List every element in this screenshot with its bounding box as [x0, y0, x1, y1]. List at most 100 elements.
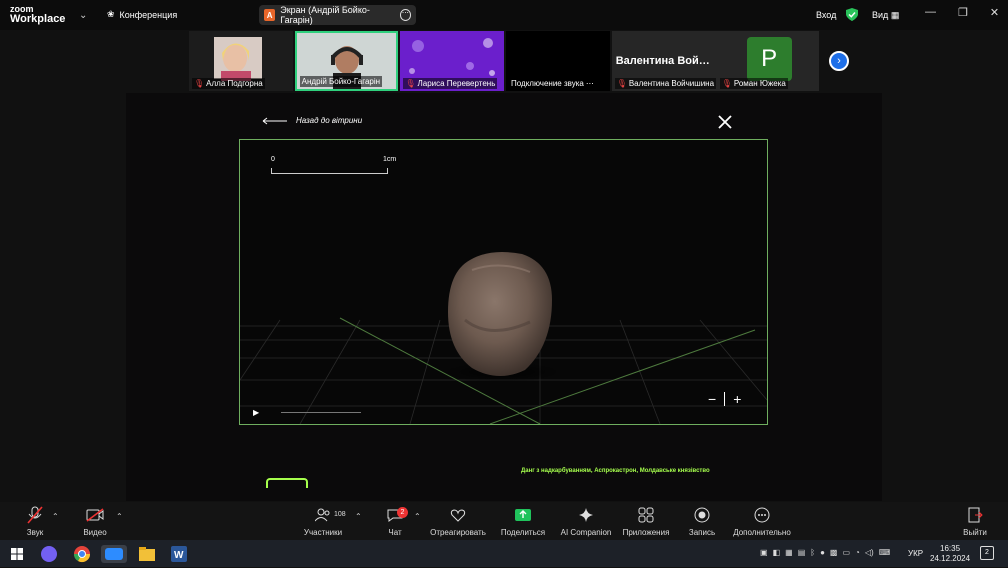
3d-scene: [240, 252, 767, 424]
word-icon[interactable]: W: [170, 545, 188, 563]
back-label: Назад до вітрини: [296, 116, 363, 125]
bluetooth-icon[interactable]: ᛒ: [810, 548, 815, 557]
participant-tile[interactable]: 🎙 Лариса Перевертень: [400, 31, 505, 91]
arrow-left-icon: [262, 117, 287, 124]
participants-button[interactable]: Участники: [300, 502, 346, 540]
scale-end-label: 1cm: [383, 156, 397, 163]
zoom-tray-icon[interactable]: ●: [820, 548, 825, 557]
battery-icon[interactable]: ▭: [842, 548, 850, 557]
keyboard-icon[interactable]: ⌨: [879, 548, 891, 557]
video-caret-icon[interactable]: ⌃: [116, 512, 123, 521]
security-shield-icon[interactable]: [846, 8, 858, 21]
mic-muted-icon: 🎙: [194, 79, 205, 88]
chat-caret-icon[interactable]: ⌃: [414, 512, 421, 521]
viber-icon[interactable]: [40, 545, 58, 563]
apps-button[interactable]: Приложения: [620, 502, 672, 540]
participant-name: Андрій Бойко-Гагарін: [299, 76, 383, 87]
close-icon[interactable]: [716, 113, 734, 131]
conference-label: Конференция: [119, 9, 178, 20]
minimize-icon[interactable]: —: [925, 6, 936, 19]
participant-display-name: Валентина Вой…: [615, 55, 710, 67]
back-to-showcase-link[interactable]: Назад до вітрини: [262, 116, 362, 125]
zoom-taskbar-app[interactable]: [101, 545, 127, 563]
record-button[interactable]: Запись: [686, 502, 718, 540]
chevron-down-icon[interactable]: ⌄: [79, 10, 87, 21]
video-off-icon: [86, 508, 104, 522]
leave-icon: [968, 507, 983, 523]
participant-strip: 🎙 Алла Подгорна Андрій Бойко-Гагарін 🎙 Лар…: [189, 31, 820, 91]
participants-caret-icon[interactable]: ⌃: [355, 512, 362, 521]
window-controls: — ❐ ✕: [925, 6, 999, 19]
participant-tile[interactable]: 🎙 Алла Подгорна: [189, 31, 293, 91]
share-button[interactable]: Поделиться: [499, 502, 547, 540]
conference-menu[interactable]: ❀ Конференция: [107, 9, 177, 20]
volume-icon[interactable]: ◁): [865, 548, 874, 557]
close-window-icon[interactable]: ✕: [990, 6, 999, 19]
ai-companion-button[interactable]: AI Companion: [558, 502, 614, 540]
tray-app-icon[interactable]: ▩: [830, 548, 838, 557]
language-indicator[interactable]: УКР: [908, 549, 923, 558]
3d-model-viewer[interactable]: [239, 139, 768, 425]
bottom-tab-handle[interactable]: [266, 478, 308, 488]
video-label: Видео: [83, 528, 107, 537]
scale-start-label: 0: [271, 156, 275, 163]
clock-time: 16:35: [940, 544, 961, 553]
clock[interactable]: 16:35 24.12.2024: [930, 544, 970, 564]
zoom-app-icon: [105, 548, 123, 560]
mic-muted-icon: 🎙: [721, 79, 732, 88]
react-button[interactable]: Отреагировать: [428, 502, 488, 540]
grid-icon: ▦: [890, 10, 900, 20]
record-icon: [694, 507, 710, 523]
notifications-icon[interactable]: 2: [980, 546, 994, 560]
paw-icon: ❀: [107, 9, 115, 19]
participant-name: 🎙 Алла Подгорна: [192, 78, 265, 89]
view-menu[interactable]: Вид ▦: [872, 10, 899, 21]
more-options-icon[interactable]: ⋯: [399, 9, 412, 21]
screen-share-indicator[interactable]: A Экран (Андрій Бойко-Гагарін) ⋯: [259, 5, 416, 25]
tray-app-icon[interactable]: ▤: [798, 548, 806, 557]
participant-avatar: Р: [746, 37, 792, 81]
mic-muted-icon: 🎙: [405, 79, 416, 88]
zoom-in-button[interactable]: +: [733, 391, 741, 407]
audio-caret-icon[interactable]: ⌃: [52, 512, 59, 521]
windows-start-icon[interactable]: [8, 545, 26, 563]
next-page-arrow-icon[interactable]: ›: [829, 51, 849, 71]
restore-icon[interactable]: ❐: [958, 6, 968, 19]
file-explorer-icon[interactable]: [138, 545, 156, 563]
participant-tile[interactable]: Подключение звука ⋯: [506, 31, 610, 91]
audio-button[interactable]: Звук: [20, 502, 50, 540]
participants-count: 108: [334, 511, 346, 518]
zoom-divider: [724, 392, 726, 406]
mic-muted-icon: 🎙: [616, 79, 627, 88]
apps-icon: [638, 507, 654, 523]
more-button[interactable]: Дополнительно: [730, 502, 794, 540]
logo-line2: Workplace: [10, 13, 66, 25]
windows-taskbar: W ▣ ◧ ▦ ▤ ᛒ ● ▩ ▭ ◔ ◁) ⌨ УКР 16:35 24.12…: [0, 540, 1008, 567]
participants-icon: [315, 508, 330, 522]
mic-muted-icon: [27, 506, 43, 524]
leave-button[interactable]: Выйти: [960, 502, 990, 540]
chrome-icon[interactable]: [73, 545, 91, 563]
svg-text:W: W: [174, 550, 184, 561]
participant-tile-active-speaker[interactable]: Андрій Бойко-Гагарін: [294, 31, 399, 91]
participant-name: 🎙 Лариса Перевертень: [403, 78, 498, 89]
tray-app-icon[interactable]: ◧: [773, 548, 781, 557]
heart-icon: [450, 509, 466, 522]
zoom-out-button[interactable]: −: [708, 391, 716, 407]
object-caption: Данг з надкарбуванням, Аспрокастрон, Мол…: [521, 468, 710, 474]
tray-app-icon[interactable]: ▦: [785, 548, 793, 557]
chat-badge: 2: [397, 507, 408, 518]
tray-app-icon[interactable]: ▣: [760, 548, 768, 557]
participant-tile[interactable]: Валентина Вой… Р 🎙 Валентина Войчишина 🎙 Р…: [611, 31, 820, 91]
share-label: Экран (Андрій Бойко-Гагарін): [280, 5, 370, 25]
sharer-avatar: A: [264, 9, 276, 21]
scale-line: [271, 168, 388, 174]
participant-name: 🎙 Валентина Войчишина: [614, 78, 717, 89]
login-button[interactable]: Вход: [816, 10, 836, 20]
animation-timeline[interactable]: [281, 412, 361, 413]
wifi-icon[interactable]: ◔: [855, 548, 860, 557]
participants-label: Участники: [303, 528, 343, 537]
play-icon[interactable]: ▶: [253, 408, 259, 417]
zoom-logo: zoom Workplace: [10, 4, 66, 25]
video-button[interactable]: Видео: [80, 502, 110, 540]
